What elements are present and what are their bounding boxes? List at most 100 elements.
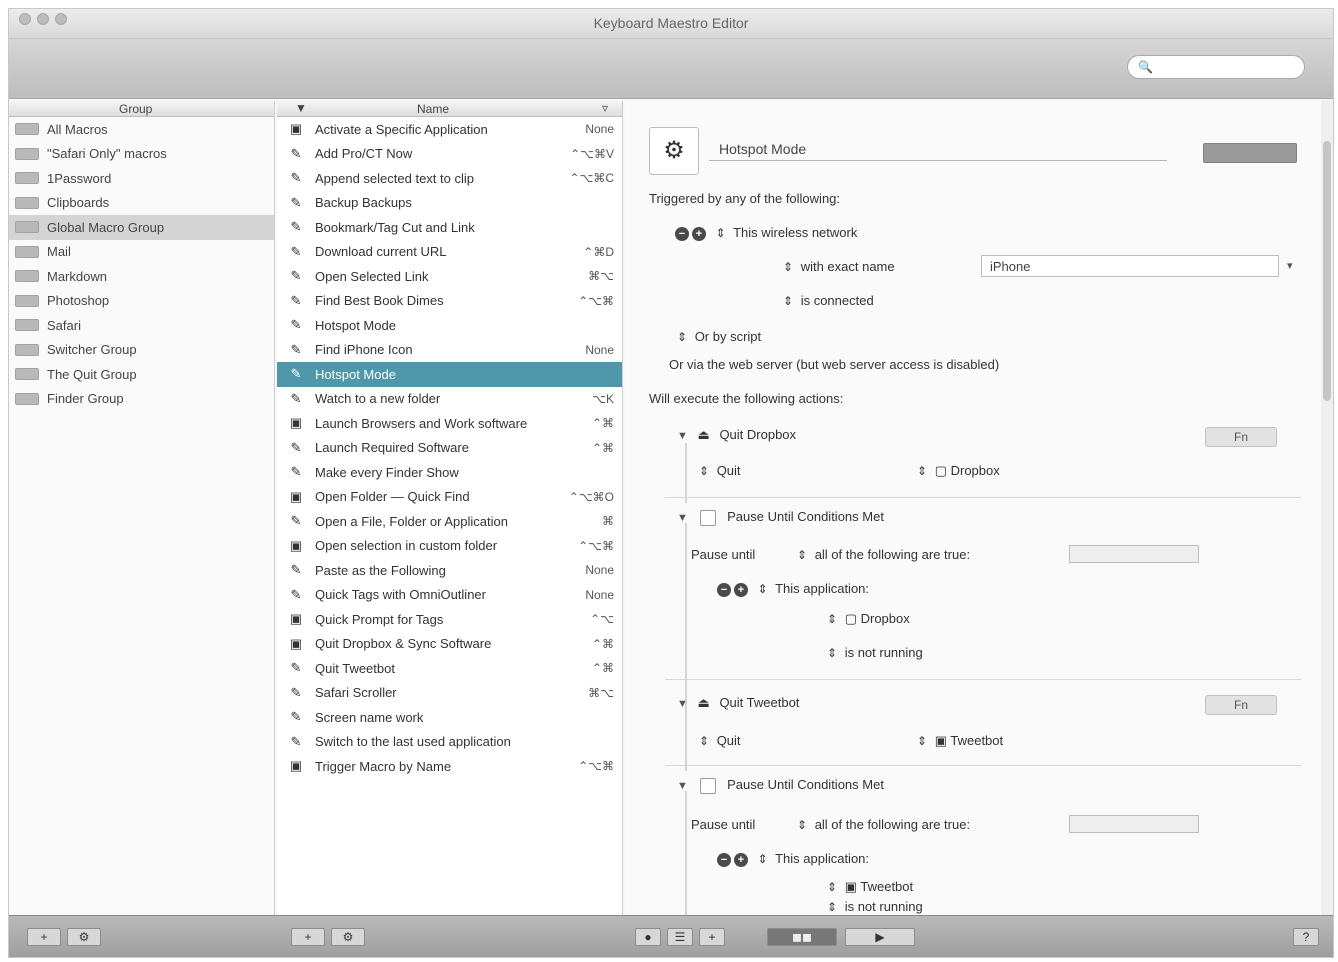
group-row[interactable]: Switcher Group [9, 338, 274, 363]
group-action-button[interactable]: ⚙ [67, 928, 101, 946]
macro-row[interactable]: ✎ Find iPhone Icon None [277, 338, 622, 363]
remove-trigger-button[interactable]: − [675, 226, 689, 241]
group-row[interactable]: Global Macro Group [9, 215, 274, 240]
group-row[interactable]: "Safari Only" macros [9, 142, 274, 167]
remove-condition-button[interactable]: − [717, 852, 731, 867]
macro-action-button[interactable]: ⚙ [331, 928, 365, 946]
list-view-icon[interactable]: ☰ [667, 928, 693, 946]
group-row[interactable]: Clipboards [9, 191, 274, 216]
network-name-field[interactable]: iPhone [981, 255, 1279, 277]
condition-app-popup[interactable]: ⇕ ▣ Tweetbot [827, 879, 913, 895]
macro-row[interactable]: ✎ Append selected text to clip ⌃⌥⌘C [277, 166, 622, 191]
edit-toggle-button[interactable]: ◼◼ [767, 928, 837, 946]
network-menu-icon[interactable]: ▾ [1287, 259, 1293, 272]
try-button[interactable]: ▶ [845, 928, 915, 946]
action-gear-button[interactable]: Fn [1205, 427, 1277, 447]
quit-popup[interactable]: ⇕ Quit [699, 733, 741, 748]
macro-row[interactable]: ▣ Trigger Macro by Name ⌃⌥⌘ [277, 754, 622, 779]
action-divider [665, 497, 1301, 498]
macro-row[interactable]: ✎ Quit Tweetbot ⌃⌘ [277, 656, 622, 681]
application-popup[interactable]: ⇕ ▣ Tweetbot [917, 733, 1003, 749]
condition-app-label: Dropbox [860, 611, 910, 626]
macro-row[interactable]: ✎ Open a File, Folder or Application ⌘ [277, 509, 622, 534]
pause-checkbox[interactable] [699, 509, 716, 526]
disclosure-triangle-icon[interactable]: ▼ [677, 698, 688, 710]
macro-column-header[interactable]: ▼ Name ▿ [277, 101, 622, 117]
macro-row[interactable]: ✎ Download current URL ⌃⌘D [277, 240, 622, 265]
macro-row[interactable]: ▣ Quit Dropbox & Sync Software ⌃⌘ [277, 632, 622, 657]
help-button[interactable]: ? [1293, 928, 1319, 946]
group-row[interactable]: Safari [9, 313, 274, 338]
macro-row[interactable]: ✎ Hotspot Mode [277, 313, 622, 338]
group-row[interactable]: The Quit Group [9, 362, 274, 387]
macro-row[interactable]: ▣ Activate a Specific Application None [277, 117, 622, 142]
macro-row[interactable]: ✎ Bookmark/Tag Cut and Link [277, 215, 622, 240]
running-state-popup[interactable]: ⇕ is not running [827, 899, 923, 914]
popup-arrows-icon[interactable]: ⇕ [758, 582, 768, 596]
new-action-button[interactable]: + [699, 928, 725, 946]
pause-condition-popup[interactable]: ⇕ all of the following are true: [797, 817, 970, 832]
wireless-trigger-type[interactable]: This wireless network [733, 225, 857, 240]
group-row[interactable]: Mail [9, 240, 274, 265]
macro-name-field[interactable]: Hotspot Mode [709, 137, 1167, 161]
this-application-label[interactable]: This application: [775, 581, 869, 596]
running-state-popup[interactable]: ⇕ is not running [827, 645, 923, 660]
add-group-button[interactable]: + [27, 928, 61, 946]
disclosure-triangle-icon[interactable]: ▼ [677, 430, 688, 442]
macro-row[interactable]: ✎ Watch to a new folder ⌥K [277, 387, 622, 412]
add-macro-button[interactable]: + [291, 928, 325, 946]
macro-row[interactable]: ✎ Paste as the Following None [277, 558, 622, 583]
scrollbar-thumb[interactable] [1323, 141, 1331, 401]
macro-row[interactable]: ✎ Screen name work [277, 705, 622, 730]
popup-arrows-icon[interactable]: ⇕ [758, 852, 768, 866]
macro-row[interactable]: ▣ Quick Prompt for Tags ⌃⌥ [277, 607, 622, 632]
macro-row[interactable]: ✎ Find Best Book Dimes ⌃⌥⌘ [277, 289, 622, 314]
macro-row[interactable]: ✎ Quick Tags with OmniOutliner None [277, 583, 622, 608]
macro-row[interactable]: ✎ Safari Scroller ⌘⌥ [277, 681, 622, 706]
record-button[interactable]: ● [635, 928, 661, 946]
popup-arrows-icon[interactable]: ⇕ [716, 226, 726, 240]
macro-row[interactable]: ✎ Add Pro/CT Now ⌃⌥⌘V [277, 142, 622, 167]
pause-condition-popup[interactable]: ⇕ all of the following are true: [797, 547, 970, 562]
exact-name-popup[interactable]: ⇕ with exact name [783, 259, 895, 274]
add-condition-button[interactable]: + [734, 852, 748, 867]
add-trigger-button[interactable]: + [692, 226, 706, 241]
group-row[interactable]: Finder Group [9, 387, 274, 412]
action-pause-header[interactable]: ▼ Pause Until Conditions Met [677, 777, 884, 794]
group-row[interactable]: Photoshop [9, 289, 274, 314]
add-condition-button[interactable]: + [734, 582, 748, 597]
group-row[interactable]: All Macros [9, 117, 274, 142]
condition-app-popup[interactable]: ⇕ ▢ Dropbox [827, 611, 910, 627]
editor-scrollbar[interactable] [1321, 101, 1333, 915]
enable-macro-button[interactable] [1203, 143, 1297, 163]
quit-popup[interactable]: ⇕ Quit [699, 463, 741, 478]
action-quit-tweetbot-header[interactable]: ▼ ⏏ Quit Tweetbot [677, 695, 799, 711]
application-popup[interactable]: ⇕ ▢ Dropbox [917, 463, 1000, 479]
macro-row[interactable]: ✎ Switch to the last used application [277, 730, 622, 755]
group-row[interactable]: 1Password [9, 166, 274, 191]
group-column-header[interactable]: Group [9, 101, 274, 117]
macro-row[interactable]: ▣ Launch Browsers and Work software ⌃⌘ [277, 411, 622, 436]
macro-row[interactable]: ✎ Make every Finder Show [277, 460, 622, 485]
pause-timeout-field[interactable] [1069, 815, 1199, 833]
macro-row[interactable]: ✎ Open Selected Link ⌘⌥ [277, 264, 622, 289]
action-pause-header[interactable]: ▼ Pause Until Conditions Met [677, 509, 884, 526]
connected-popup[interactable]: ⇕ is connected [783, 293, 874, 308]
search-field[interactable]: 🔍 [1127, 55, 1305, 79]
pause-timeout-field[interactable] [1069, 545, 1199, 563]
action-quit-dropbox-header[interactable]: ▼ ⏏ Quit Dropbox [677, 427, 796, 443]
macro-row[interactable]: ▣ Open Folder — Quick Find ⌃⌥⌘O [277, 485, 622, 510]
triggered-label: Triggered by any of the following: [649, 191, 841, 206]
macro-row[interactable]: ✎ Hotspot Mode [277, 362, 622, 387]
macro-row[interactable]: ✎ Backup Backups [277, 191, 622, 216]
pause-checkbox[interactable] [699, 777, 716, 794]
script-trigger-toggle[interactable]: ⇕ Or by script [677, 329, 761, 344]
macro-icon-well[interactable]: ⚙ [649, 127, 699, 175]
group-row[interactable]: Markdown [9, 264, 274, 289]
condition-app-label: Tweetbot [860, 879, 914, 894]
action-gear-button[interactable]: Fn [1205, 695, 1277, 715]
remove-condition-button[interactable]: − [717, 582, 731, 597]
macro-row[interactable]: ✎ Launch Required Software ⌃⌘ [277, 436, 622, 461]
this-application-label[interactable]: This application: [775, 851, 869, 866]
macro-row[interactable]: ▣ Open selection in custom folder ⌃⌥⌘ [277, 534, 622, 559]
